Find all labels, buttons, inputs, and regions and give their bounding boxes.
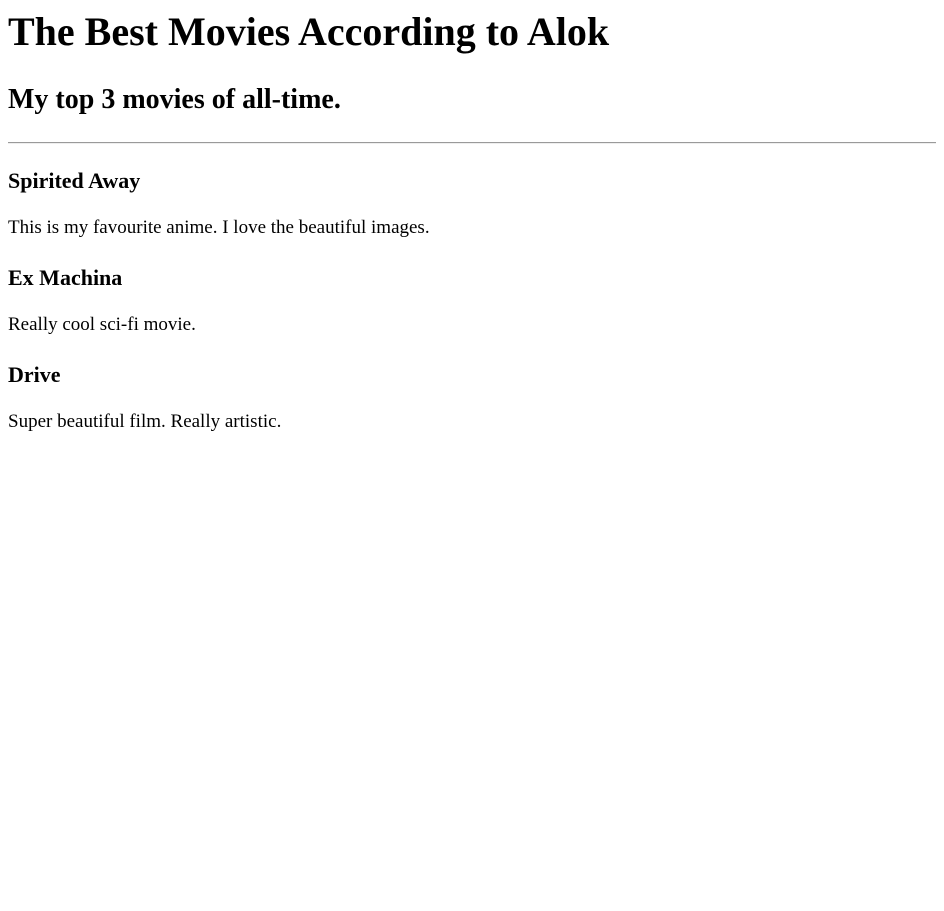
page-subtitle: My top 3 movies of all-time.	[8, 84, 341, 115]
movie-description: This is my favourite anime. I love the b…	[8, 217, 430, 238]
movie-entry: Drive Super beautiful film. Really artis…	[8, 362, 936, 433]
movie-title: Ex Machina	[8, 265, 123, 290]
movie-description: Really cool sci-fi movie.	[8, 314, 196, 335]
movie-description: Super beautiful film. Really artistic.	[8, 411, 282, 432]
page-title: The Best Movies According to Alok	[8, 9, 610, 54]
divider	[8, 142, 936, 144]
movie-title: Drive	[8, 362, 61, 387]
movie-title: Spirited Away	[8, 168, 141, 193]
movie-entry: Spirited Away This is my favourite anime…	[8, 168, 936, 239]
movie-entry: Ex Machina Really cool sci-fi movie.	[8, 265, 936, 336]
